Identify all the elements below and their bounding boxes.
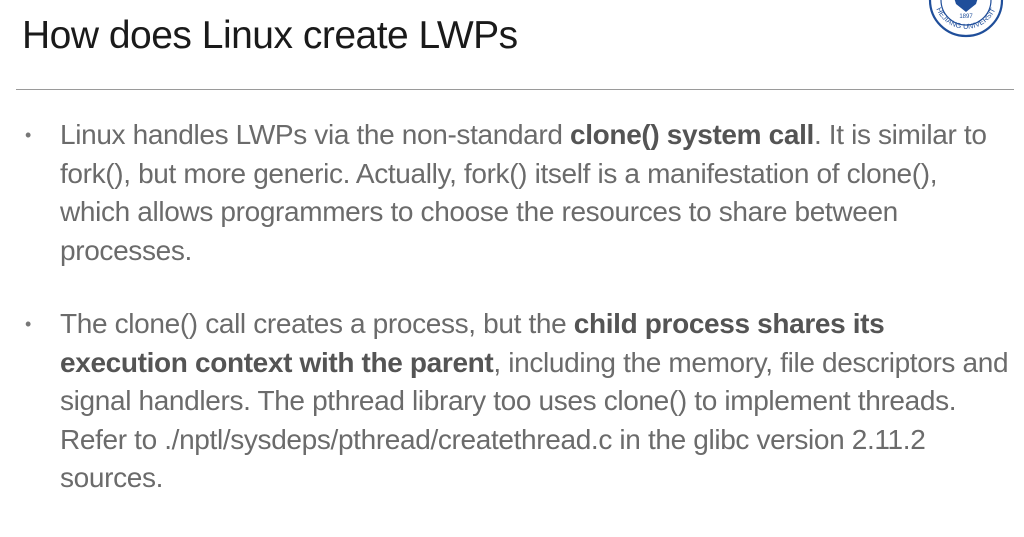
bullet-dot-icon: •	[25, 125, 31, 145]
title-divider	[16, 89, 1014, 90]
slide-title: How does Linux create LWPs	[22, 14, 518, 57]
bullet-dot-icon: •	[25, 314, 31, 334]
bullet-text: The clone() call creates a process, but …	[60, 308, 1009, 493]
logo-year: 1897	[959, 14, 973, 20]
bullet-text: Linux handles LWPs via the non-standard …	[60, 119, 987, 266]
bullet-item-shared-context: • The clone() call creates a process, bu…	[0, 305, 1024, 498]
bullet-list: • Linux handles LWPs via the non-standar…	[0, 116, 1024, 498]
bullet-item-clone-syscall: • Linux handles LWPs via the non-standar…	[0, 116, 1024, 270]
university-logo: 1897 ZHEJIANG UNIVERSITY	[924, 0, 1004, 48]
zhejiang-university-seal-icon: 1897 ZHEJIANG UNIVERSITY	[924, 0, 1004, 38]
